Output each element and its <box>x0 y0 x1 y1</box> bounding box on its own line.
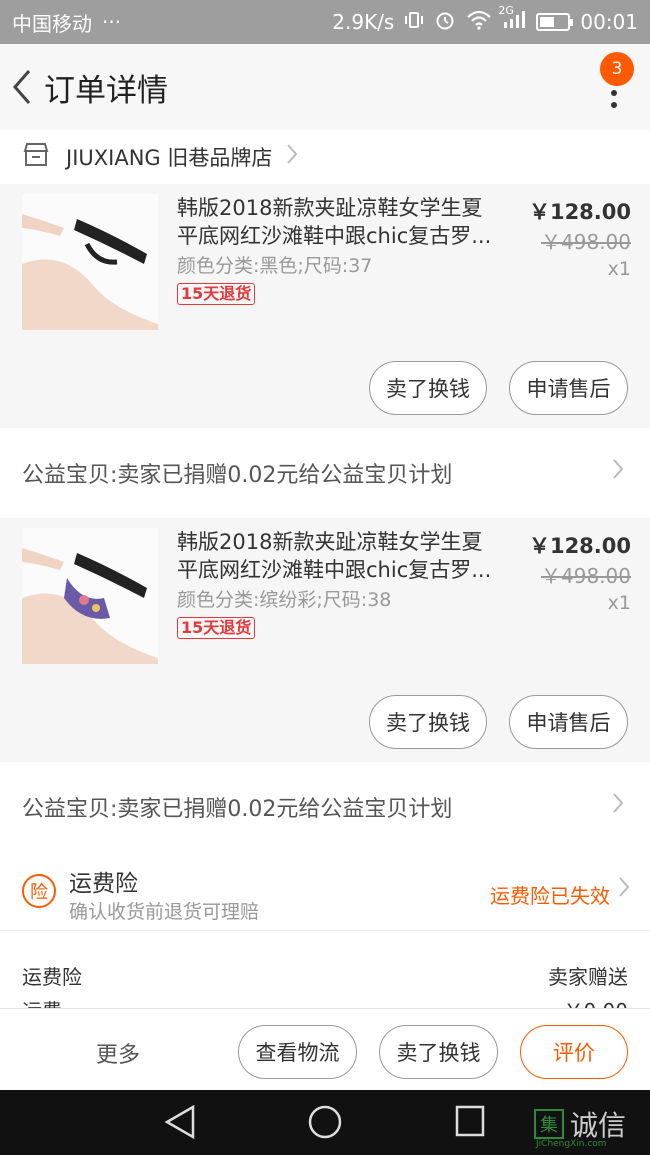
nav-recents-icon[interactable] <box>454 1104 486 1142</box>
carrier-group: 中国移动 ··· <box>12 8 332 37</box>
network-type: 2G <box>498 3 514 17</box>
carrier-name: 中国移动 <box>12 11 92 36</box>
after-sale-button[interactable]: 申请售后 <box>509 695 628 749</box>
return-policy-tag: 15天退货 <box>177 283 256 305</box>
status-bar: 中国移动 ··· 2.9K/s 2G 00:01 <box>0 0 650 44</box>
clock: 00:01 <box>580 10 638 34</box>
fee-summary: 运费险 卖家赠送 运费 ￥0.00 <box>0 930 650 1010</box>
product-title-line-2: 平底网红沙滩鞋中跟chic复古罗... <box>177 224 492 248</box>
page-title: 订单详情 <box>44 72 168 109</box>
order-item-1: 韩版2018新款夹趾凉鞋女学生夏 平底网红沙滩鞋中跟chic复古罗... 颜色分… <box>0 184 650 428</box>
charity-text: 公益宝贝:卖家已捐赠0.02元给公益宝贝计划 <box>22 463 453 488</box>
shop-name: JIUXIANG 旧巷品牌店 <box>66 146 273 170</box>
network-speed: 2.9K/s <box>332 10 395 34</box>
product-title-line-1: 韩版2018新款夹趾凉鞋女学生夏 <box>177 196 483 220</box>
product-image[interactable] <box>22 194 158 330</box>
chevron-right-icon <box>618 876 630 904</box>
original-price: ￥498.00 <box>541 230 631 254</box>
shop-icon <box>22 142 50 172</box>
wifi-icon <box>466 10 492 35</box>
insurance-title: 运费险 <box>69 871 138 897</box>
product-image[interactable] <box>22 528 158 664</box>
battery-icon <box>536 13 574 31</box>
product-sku: 颜色分类:缤纷彩;尺码:38 <box>177 589 392 611</box>
charity-row[interactable]: 公益宝贝:卖家已捐赠0.02元给公益宝贝计划 <box>0 428 650 518</box>
insurance-status: 运费险已失效 <box>490 884 610 908</box>
return-policy-tag: 15天退货 <box>177 617 256 639</box>
fee-row: 运费险 卖家赠送 <box>22 961 628 990</box>
freight-insurance-row[interactable]: 险 运费险 确认收货前退货可理赔 运费险已失效 <box>0 852 650 930</box>
bottom-action-bar: 更多 查看物流 卖了换钱 评价 <box>0 1008 650 1090</box>
battery-level <box>540 17 555 27</box>
fee-value: 卖家赠送 <box>548 965 628 989</box>
product-price: ￥128.00 <box>528 200 631 224</box>
signal-icon: 2G <box>498 4 526 35</box>
view-logistics-button[interactable]: 查看物流 <box>238 1025 357 1079</box>
product-price: ￥128.00 <box>528 534 631 558</box>
notification-badge: 3 <box>600 52 634 86</box>
charity-text: 公益宝贝:卖家已捐赠0.02元给公益宝贝计划 <box>22 797 453 822</box>
order-item-2: 韩版2018新款夹趾凉鞋女学生夏 平底网红沙滩鞋中跟chic复古罗... 颜色分… <box>0 518 650 762</box>
insurance-icon: 险 <box>22 874 56 908</box>
vibrate-icon <box>404 10 424 35</box>
nav-home-icon[interactable] <box>307 1104 343 1144</box>
review-button[interactable]: 评价 <box>520 1025 628 1079</box>
sell-button[interactable]: 卖了换钱 <box>369 695 487 749</box>
product-title[interactable]: 韩版2018新款夹趾凉鞋女学生夏 平底网红沙滩鞋中跟chic复古罗... <box>177 194 497 250</box>
original-price: ￥498.00 <box>541 564 631 588</box>
product-quantity: x1 <box>607 592 631 614</box>
status-right: 2.9K/s 2G 00:01 <box>332 4 638 36</box>
product-quantity: x1 <box>607 258 631 280</box>
chevron-right-icon <box>612 792 624 820</box>
status-dots: ··· <box>102 10 122 34</box>
watermark-box: 集 <box>534 1109 564 1139</box>
back-icon[interactable] <box>2 44 42 130</box>
watermark-text: 诚信 <box>570 1109 627 1142</box>
product-title-line-1: 韩版2018新款夹趾凉鞋女学生夏 <box>177 530 483 554</box>
more-button[interactable]: 更多 <box>96 1037 140 1069</box>
insurance-subtitle: 确认收货前退货可理赔 <box>69 901 260 923</box>
product-sku: 颜色分类:黑色;尺码:37 <box>177 255 373 277</box>
nav-back-icon[interactable] <box>163 1104 197 1144</box>
nav-bar: 订单详情 3 <box>0 44 650 130</box>
chevron-right-icon <box>612 458 624 486</box>
sell-button[interactable]: 卖了换钱 <box>369 361 487 415</box>
fee-label: 运费险 <box>22 965 82 989</box>
chevron-right-icon <box>286 143 298 171</box>
system-nav-bar: 集 诚信 JiChengXin.com <box>0 1090 650 1155</box>
watermark-url: JiChengXin.com <box>536 1139 607 1149</box>
product-title[interactable]: 韩版2018新款夹趾凉鞋女学生夏 平底网红沙滩鞋中跟chic复古罗... <box>177 528 497 584</box>
sell-button[interactable]: 卖了换钱 <box>379 1025 498 1079</box>
shop-row[interactable]: JIUXIANG 旧巷品牌店 <box>0 130 650 184</box>
alarm-icon <box>434 9 456 36</box>
after-sale-button[interactable]: 申请售后 <box>509 361 628 415</box>
product-title-line-2: 平底网红沙滩鞋中跟chic复古罗... <box>177 558 492 582</box>
charity-row[interactable]: 公益宝贝:卖家已捐赠0.02元给公益宝贝计划 <box>0 762 650 852</box>
